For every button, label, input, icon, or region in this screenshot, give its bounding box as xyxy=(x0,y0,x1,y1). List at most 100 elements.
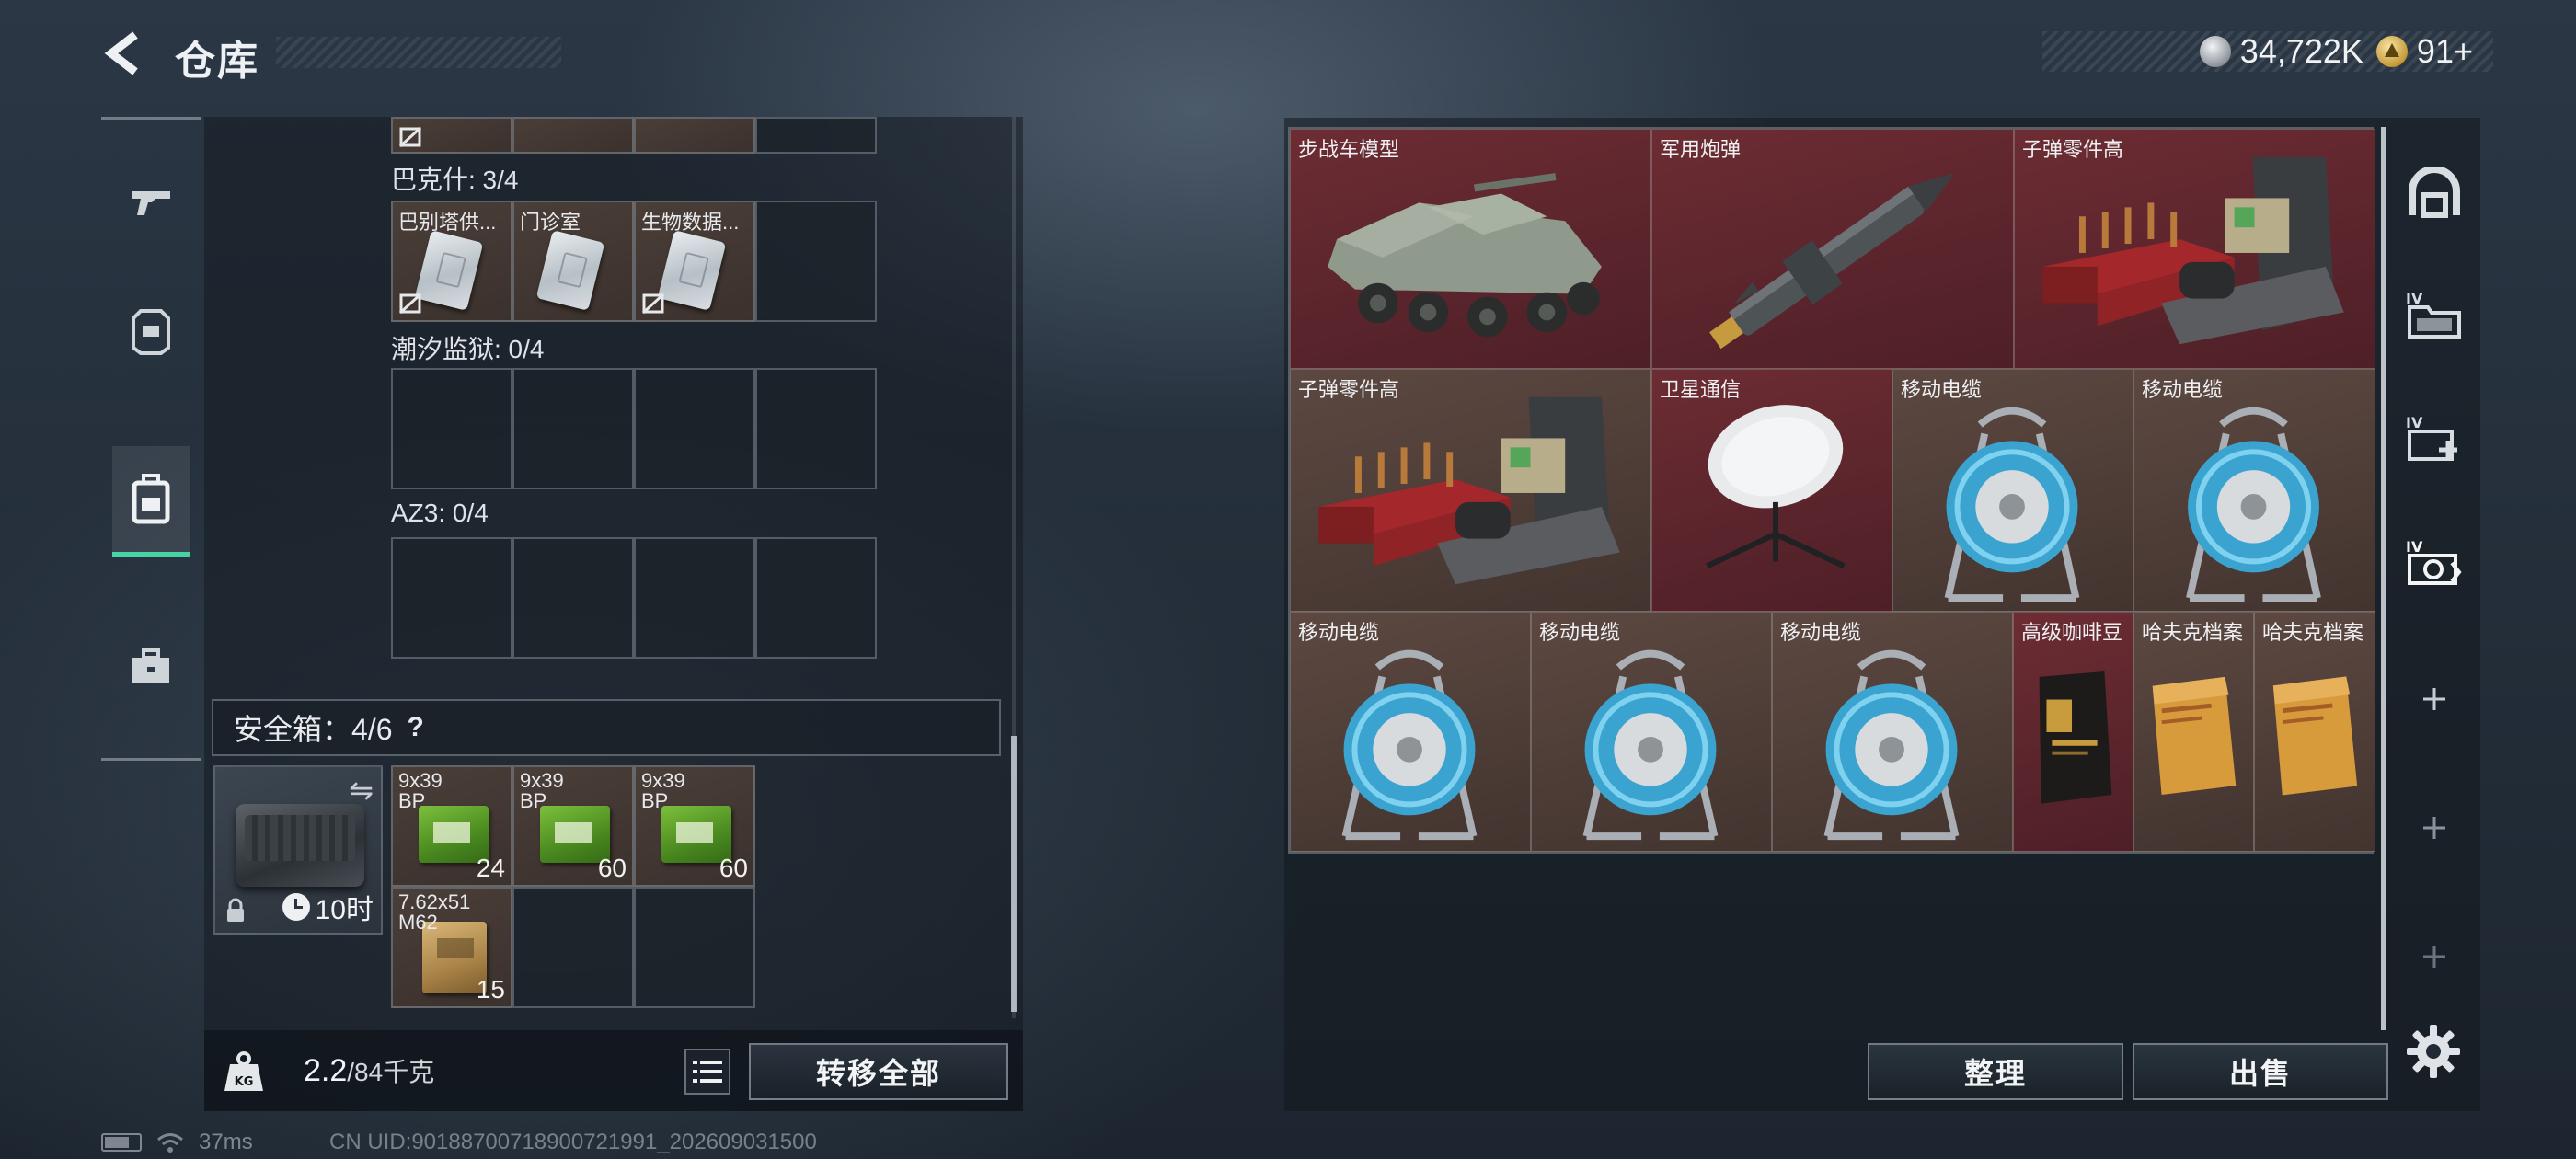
plus-icon xyxy=(2423,817,2445,839)
silver-coin-icon xyxy=(2199,36,2231,67)
safebox-grid: 9x39 BP 24 9x39 BP 60 9x39 BP 60 7.62x51… xyxy=(391,765,755,1008)
nav-weapons[interactable] xyxy=(112,147,190,258)
chevron-left-icon xyxy=(104,31,138,75)
container-grid-bakesh: 巴别塔供... 门诊室 生物数据... xyxy=(391,201,877,322)
inventory-bottom-bar: KG 2.2/84千克 转移全部 xyxy=(204,1030,1023,1111)
inventory-slot-empty[interactable] xyxy=(755,368,877,489)
inventory-slot[interactable]: 生物数据... xyxy=(634,201,755,322)
tool-add-slot[interactable] xyxy=(2398,662,2471,736)
back-button[interactable] xyxy=(97,26,152,81)
plus-icon xyxy=(2423,946,2445,968)
ifv-model-icon xyxy=(1328,173,1602,338)
tool-add-slot[interactable] xyxy=(2398,791,2471,865)
sell-button[interactable]: 出售 xyxy=(2133,1043,2388,1100)
stash-item[interactable]: 子弹零件高 xyxy=(1290,369,1651,612)
tool-tier-iv-folder[interactable]: IV xyxy=(2398,276,2471,350)
nav-armor[interactable] xyxy=(112,276,190,386)
help-icon[interactable]: ? xyxy=(408,712,424,743)
inventory-slot-empty[interactable] xyxy=(512,537,634,659)
satellite-dish-icon xyxy=(1706,405,1846,569)
container-label-az3: AZ3: 0/4 xyxy=(391,499,489,527)
silver-amount: 34,722K xyxy=(2239,32,2363,70)
nav-backpack[interactable] xyxy=(112,446,190,557)
inventory-slot[interactable]: 巴别塔供... xyxy=(391,201,512,322)
stash-item[interactable]: 移动电缆 xyxy=(1290,612,1531,852)
stash-item[interactable]: 移动电缆 xyxy=(1892,369,2133,612)
svg-text:IV: IV xyxy=(2406,414,2423,431)
tier-iv-folder-icon: IV xyxy=(2406,290,2461,339)
stash-grid: 步战车模型 军用炮弹 子弹零件高 子弹零件高 卫星通信 移动电缆 移动电缆 移动… xyxy=(1288,127,2375,854)
inventory-slot-empty[interactable] xyxy=(391,537,512,659)
stash-item[interactable]: 步战车模型 xyxy=(1290,129,1651,369)
inventory-slot[interactable] xyxy=(634,117,755,154)
stash-item[interactable]: 移动电缆 xyxy=(2133,369,2375,612)
safebox-slot-empty[interactable] xyxy=(512,887,634,1008)
stash-item[interactable]: 移动电缆 xyxy=(1772,612,2013,852)
stash-item[interactable]: 哈夫克档案 xyxy=(2254,612,2375,852)
nav-briefcase[interactable] xyxy=(112,612,190,722)
gold-coin-icon xyxy=(2375,36,2408,67)
lock-icon xyxy=(227,898,244,922)
ammo-parts-crate-icon xyxy=(1318,396,1620,585)
title-decoration xyxy=(276,37,561,68)
inventory-slot[interactable] xyxy=(755,117,877,154)
swap-icon[interactable]: ⇋ xyxy=(349,773,374,808)
inventory-slot[interactable] xyxy=(512,117,634,154)
inventory-slot[interactable] xyxy=(391,117,512,154)
list-icon xyxy=(693,1061,722,1083)
wifi-icon xyxy=(157,1133,183,1153)
tier-iv-gear-icon: IV xyxy=(2406,538,2462,585)
inventory-slot-empty[interactable] xyxy=(634,537,755,659)
ammo-parts-crate-icon xyxy=(2042,156,2344,345)
cable-reel-icon xyxy=(1823,649,1960,841)
currency-gold[interactable]: 91+ xyxy=(2375,32,2473,71)
cable-reel-icon xyxy=(1582,649,1719,841)
gold-amount: 91+ xyxy=(2416,32,2473,70)
armor-icon xyxy=(132,309,170,355)
inventory-slot-empty[interactable] xyxy=(634,368,755,489)
stash-item[interactable]: 卫星通信 xyxy=(1651,369,1892,612)
weight-icon: KG xyxy=(224,1051,263,1091)
tool-add-slot[interactable] xyxy=(2398,920,2471,993)
inventory-slot-empty[interactable] xyxy=(512,368,634,489)
briefcase-icon xyxy=(132,648,169,683)
tier-iv-add-icon: IV xyxy=(2406,414,2457,461)
inventory-slot-empty[interactable] xyxy=(391,368,512,489)
no-drop-icon xyxy=(398,126,422,148)
tool-tier-iv-gear[interactable]: IV xyxy=(2398,524,2471,598)
tool-tier-iv-add[interactable]: IV xyxy=(2398,400,2471,474)
stash-item[interactable]: 移动电缆 xyxy=(1531,612,1772,852)
artillery-shell-icon xyxy=(1709,173,1955,350)
headset-icon xyxy=(2409,167,2460,218)
safebox-slot[interactable]: 7.62x51 M62 15 xyxy=(391,887,512,1008)
inventory-scrollbar[interactable] xyxy=(1011,736,1017,1012)
inventory-slot-empty[interactable] xyxy=(755,537,877,659)
container-label-bakesh: 巴克什: 3/4 xyxy=(391,166,519,194)
weight-readout: 2.2/84千克 xyxy=(304,1053,435,1088)
stash-item[interactable]: 高级咖啡豆 xyxy=(2013,612,2133,852)
status-bar: 37ms xyxy=(101,1130,253,1155)
safebox-slot[interactable]: 9x39 BP 60 xyxy=(512,765,634,887)
transfer-all-button[interactable]: 转移全部 xyxy=(749,1043,1008,1100)
stash-item[interactable]: 子弹零件高 xyxy=(2014,129,2375,369)
safebox-slot[interactable]: 9x39 BP 24 xyxy=(391,765,512,887)
safebox-slot[interactable]: 9x39 BP 60 xyxy=(634,765,755,887)
safebox-slot-empty[interactable] xyxy=(634,887,755,1008)
svg-text:IV: IV xyxy=(2406,538,2423,556)
sort-button[interactable]: 整理 xyxy=(1868,1043,2123,1100)
gear-icon xyxy=(2407,1025,2460,1078)
stash-item[interactable]: 军用炮弹 xyxy=(1651,129,2014,369)
inventory-slot-empty[interactable] xyxy=(755,201,877,322)
list-view-button[interactable] xyxy=(684,1049,730,1095)
cable-reel-icon xyxy=(1341,649,1478,841)
inventory-slot[interactable]: 门诊室 xyxy=(512,201,634,322)
currency-silver[interactable]: 34,722K xyxy=(2199,32,2363,71)
backpack-icon xyxy=(132,473,170,523)
settings-button[interactable] xyxy=(2401,1019,2466,1084)
tool-headset[interactable] xyxy=(2398,156,2471,230)
stash-item[interactable]: 哈夫克档案 xyxy=(2133,612,2254,852)
stash-scrollbar[interactable] xyxy=(2381,127,2386,1030)
uid-readout: CN UID:9018870071890072​1991_20260903150… xyxy=(329,1130,817,1154)
safebox-case[interactable]: ⇋ 10时 xyxy=(213,765,383,935)
container-partial-row xyxy=(391,117,877,154)
